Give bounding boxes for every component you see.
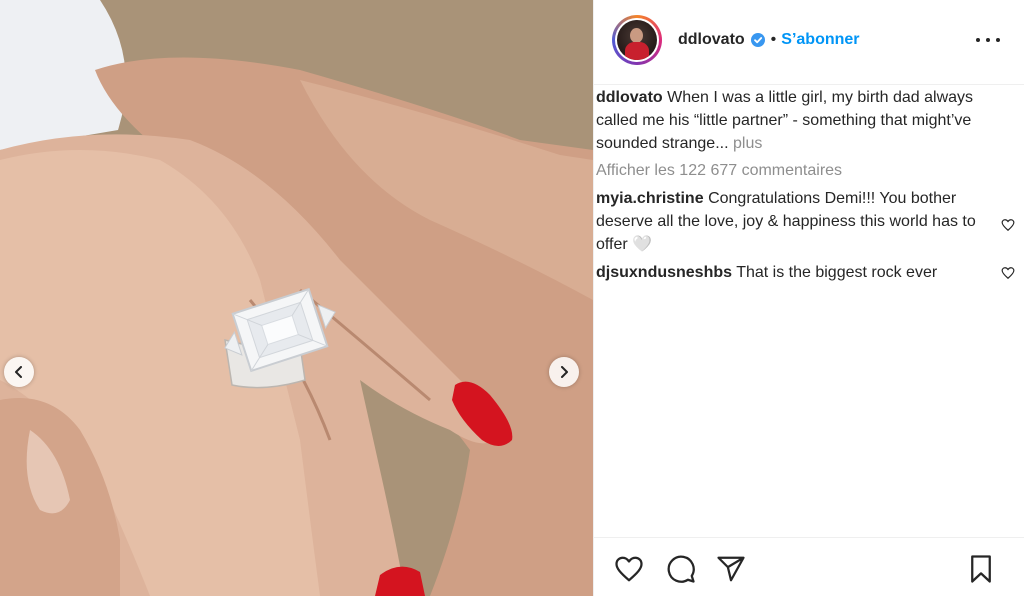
carousel-next-button[interactable] [549,357,579,387]
verified-badge-icon [750,33,765,47]
separator-dot: • [770,31,777,48]
post-author-username[interactable]: ddlovato [678,31,745,49]
comment-icon[interactable] [666,554,696,584]
comment-item: myia.christine Congratulations Demi!!! Y… [596,187,1015,256]
engagement-ring-hands-image [0,0,593,596]
comment-username[interactable]: myia.christine [596,190,704,207]
comment-like-heart-icon[interactable] [1001,266,1015,280]
chevron-right-icon [561,366,568,378]
comment-item: djsuxndusneshbs That is the biggest rock… [596,261,1015,284]
bookmark-icon[interactable] [966,554,996,584]
comments-section: ddlovato When I was a little girl, my bi… [596,86,1015,284]
post-side-panel: ddlovato • S’abonner ddlovato When I was… [593,0,1024,596]
post-caption: ddlovato When I was a little girl, my bi… [596,86,1001,155]
header-divider [594,84,1024,85]
story-ring[interactable] [612,15,662,65]
paper-plane-icon[interactable] [716,554,746,584]
heart-icon[interactable] [614,554,644,584]
comment-like-heart-icon[interactable] [1001,218,1015,232]
more-options-icon[interactable] [976,30,1000,50]
avatar[interactable] [617,20,657,60]
comment-text: That is the biggest rock ever [736,264,938,281]
view-all-comments-link[interactable]: Afficher les 122 677 commentaires [596,159,1001,182]
follow-button[interactable]: S’abonner [781,31,859,49]
post-photo[interactable] [0,0,593,596]
caption-more-link[interactable]: plus [733,135,762,152]
caption-username[interactable]: ddlovato [596,89,663,106]
post-header: ddlovato • S’abonner [594,0,1024,80]
comment-username[interactable]: djsuxndusneshbs [596,264,732,281]
chevron-left-icon [15,366,22,378]
carousel-prev-button[interactable] [4,357,34,387]
post-actions-bar [594,537,1024,596]
